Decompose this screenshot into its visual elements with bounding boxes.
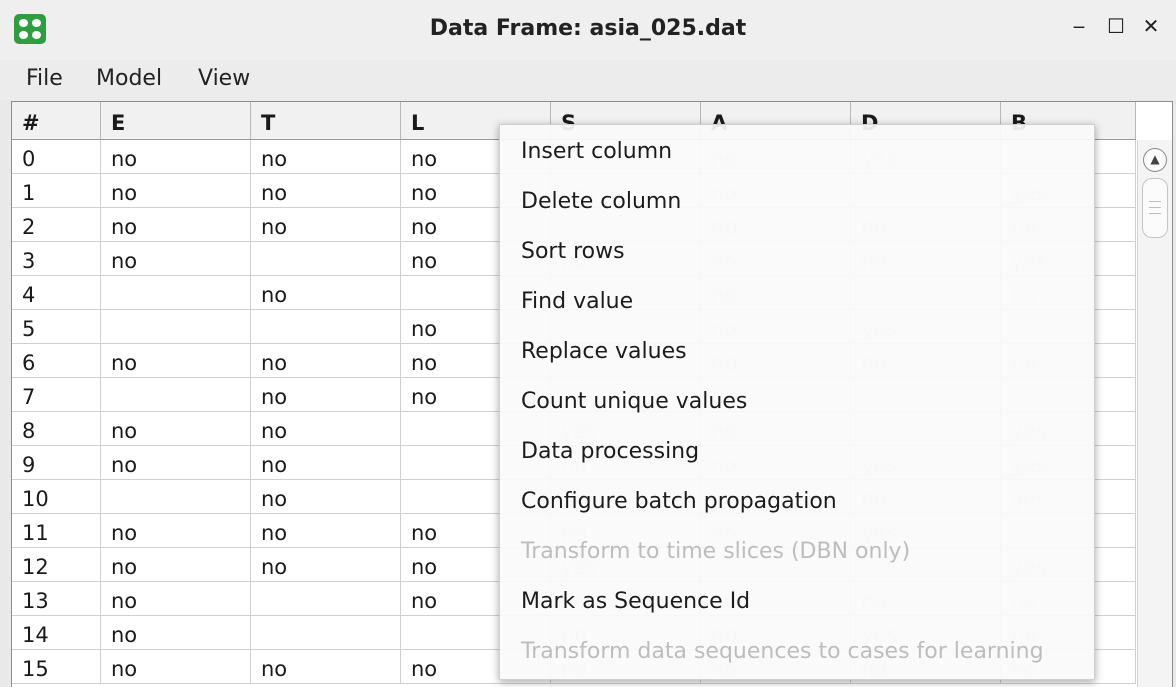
table-cell[interactable]: no — [251, 514, 401, 548]
table-cell[interactable]: no — [101, 208, 251, 242]
row-index-cell: 4 — [12, 276, 101, 310]
row-index-cell: 7 — [12, 378, 101, 412]
table-cell[interactable] — [251, 616, 401, 650]
table-cell[interactable] — [251, 582, 401, 616]
row-index-cell: 6 — [12, 344, 101, 378]
row-index-cell: 13 — [12, 582, 101, 616]
table-cell[interactable]: no — [101, 582, 251, 616]
row-index-cell: 14 — [12, 616, 101, 650]
table-cell[interactable] — [101, 276, 251, 310]
table-cell[interactable] — [101, 310, 251, 344]
row-index-cell: 8 — [12, 412, 101, 446]
column-header-index[interactable]: # — [12, 102, 101, 139]
menu-item-mark-as-sequence-id[interactable]: Mark as Sequence Id — [521, 589, 750, 629]
menu-item-insert-column[interactable]: Insert column — [521, 139, 672, 179]
row-index-cell: 1 — [12, 174, 101, 208]
menu-item-transform-data-sequences-to-cases-for-learning: Transform data sequences to cases for le… — [521, 639, 1044, 664]
table-cell[interactable]: no — [251, 446, 401, 480]
menu-item-configure-batch-propagation[interactable]: Configure batch propagation — [521, 489, 837, 529]
table-cell[interactable] — [251, 310, 401, 344]
table-cell[interactable]: no — [101, 140, 251, 174]
column-header-e[interactable]: E — [101, 102, 251, 139]
row-index-cell: 10 — [12, 480, 101, 514]
menu-item-count-unique-values[interactable]: Count unique values — [521, 389, 747, 429]
table-cell[interactable]: no — [101, 412, 251, 446]
row-index-cell: 9 — [12, 446, 101, 480]
table-cell[interactable]: no — [251, 378, 401, 412]
row-index-cell: 15 — [12, 650, 101, 684]
menu-item-find-value[interactable]: Find value — [521, 289, 633, 329]
table-cell[interactable] — [101, 378, 251, 412]
vertical-scrollbar[interactable]: ▲ — [1137, 140, 1172, 687]
row-index-cell: 2 — [12, 208, 101, 242]
menu-view[interactable]: View — [198, 66, 250, 91]
menu-item-sort-rows[interactable]: Sort rows — [521, 239, 625, 279]
table-cell[interactable]: no — [101, 514, 251, 548]
menu-bar: File Model View — [0, 60, 1176, 100]
context-menu: Insert column Delete column Sort rows Find … — [499, 124, 1095, 680]
menu-file[interactable]: File — [26, 66, 63, 91]
row-index-cell: 12 — [12, 548, 101, 582]
table-cell[interactable]: no — [251, 276, 401, 310]
table-cell[interactable] — [101, 480, 251, 514]
table-cell[interactable]: no — [251, 412, 401, 446]
scroll-thumb[interactable] — [1142, 178, 1168, 238]
menu-item-data-processing[interactable]: Data processing — [521, 439, 699, 479]
table-cell[interactable]: no — [251, 548, 401, 582]
row-index-cell: 3 — [12, 242, 101, 276]
menu-item-transform-to-time-slices-dbn-only: Transform to time slices (DBN only) — [521, 539, 911, 564]
table-cell[interactable]: no — [101, 174, 251, 208]
close-icon[interactable]: ✕ — [1139, 14, 1163, 38]
menu-item-delete-column[interactable]: Delete column — [521, 189, 681, 229]
table-cell[interactable]: no — [251, 480, 401, 514]
maximize-icon[interactable]: ☐ — [1104, 14, 1128, 38]
menu-item-replace-values[interactable]: Replace values — [521, 339, 687, 379]
table-cell[interactable]: no — [251, 140, 401, 174]
table-cell[interactable]: no — [101, 548, 251, 582]
table-cell[interactable]: no — [101, 344, 251, 378]
table-cell[interactable]: no — [101, 650, 251, 684]
table-cell[interactable]: no — [101, 242, 251, 276]
column-header-t[interactable]: T — [251, 102, 401, 139]
table-cell[interactable] — [251, 242, 401, 276]
row-index-cell: 0 — [12, 140, 101, 174]
table-cell[interactable]: no — [101, 616, 251, 650]
row-index-cell: 11 — [12, 514, 101, 548]
scroll-up-icon[interactable]: ▲ — [1143, 148, 1167, 172]
table-cell[interactable]: no — [251, 174, 401, 208]
row-index-cell: 5 — [12, 310, 101, 344]
menu-model[interactable]: Model — [96, 66, 162, 91]
window-title: Data Frame: asia_025.dat — [429, 16, 747, 41]
table-cell[interactable]: no — [101, 446, 251, 480]
table-cell[interactable]: no — [251, 208, 401, 242]
table-cell[interactable]: no — [251, 650, 401, 684]
title-bar: Data Frame: asia_025.dat ‒ ☐ ✕ — [0, 0, 1176, 60]
table-cell[interactable]: no — [251, 344, 401, 378]
minimize-icon[interactable]: ‒ — [1067, 14, 1091, 38]
